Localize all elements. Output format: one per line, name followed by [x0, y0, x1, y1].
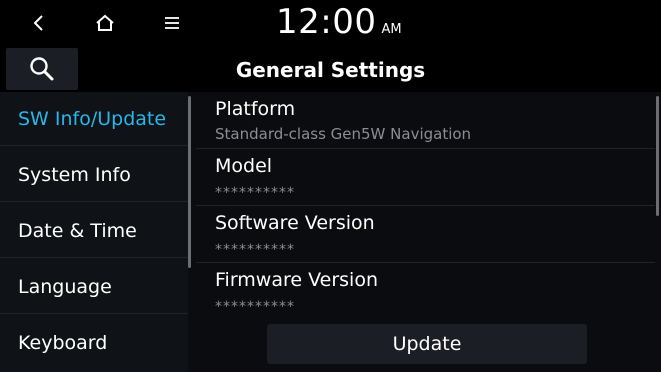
sidebar-item-keyboard[interactable]: Keyboard	[0, 316, 188, 370]
clock[interactable]: 12:00 AM	[276, 2, 402, 44]
model-label: Model	[215, 155, 273, 177]
sidebar-scrollbar-thumb[interactable]	[188, 96, 191, 268]
info-row-model: Model **********	[196, 149, 655, 206]
menu-icon	[165, 17, 179, 29]
home-icon	[96, 14, 114, 31]
search-icon	[30, 57, 54, 81]
firmware-version-value: **********	[215, 299, 295, 315]
sidebar-item-system-info[interactable]: System Info	[0, 148, 188, 202]
clock-time: 12:00	[276, 2, 377, 42]
sidebar-item-sw-info-update[interactable]: SW Info/Update	[0, 92, 188, 146]
chevron-left-icon	[33, 15, 43, 31]
platform-value: Standard-class Gen5W Navigation	[215, 125, 472, 143]
back-button[interactable]	[19, 4, 59, 42]
update-button[interactable]: Update	[267, 324, 587, 364]
info-row-firmware-version: Firmware Version **********	[196, 263, 655, 320]
platform-label: Platform	[215, 98, 296, 120]
menu-button[interactable]	[152, 4, 192, 42]
home-button[interactable]	[85, 4, 125, 42]
firmware-version-label: Firmware Version	[215, 269, 378, 291]
software-version-label: Software Version	[215, 212, 375, 234]
clock-ampm: AM	[381, 22, 402, 37]
info-row-platform: Platform Standard-class Gen5W Navigation	[196, 92, 655, 149]
model-value: **********	[215, 185, 295, 201]
search-button[interactable]	[6, 48, 78, 90]
sidebar-item-date-time[interactable]: Date & Time	[0, 204, 188, 258]
content-scrollbar-thumb[interactable]	[656, 96, 659, 216]
title-bar	[0, 46, 661, 92]
software-version-value: **********	[215, 242, 295, 258]
info-row-software-version: Software Version **********	[196, 206, 655, 263]
sidebar-item-language[interactable]: Language	[0, 260, 188, 314]
